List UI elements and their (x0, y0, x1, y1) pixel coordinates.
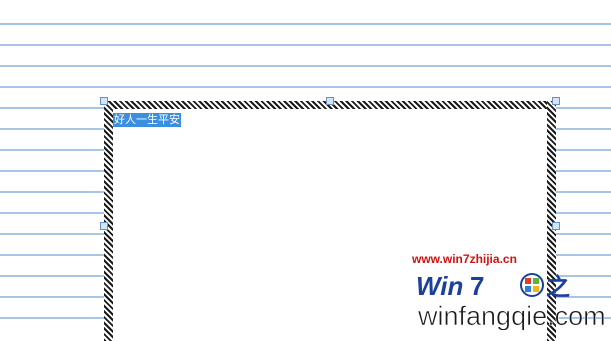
watermark-site-text: winfangqie.com (417, 301, 606, 330)
resize-handle-top-center[interactable] (326, 97, 334, 105)
svg-text:7: 7 (470, 271, 484, 301)
watermark-logo: Win 7 之 winfangqie.com (416, 271, 606, 330)
resize-handle-top-right[interactable] (552, 97, 560, 105)
resize-handle-middle-right[interactable] (552, 222, 560, 230)
resize-handle-middle-left[interactable] (100, 222, 108, 230)
text-box-border-left[interactable] (104, 101, 113, 341)
svg-text:之: 之 (546, 273, 570, 301)
win7-logo-mark: Win 7 之 (416, 271, 570, 301)
selected-text[interactable]: 好人一生平安 (113, 113, 181, 127)
watermark-url: www.win7zhijia.cn (412, 252, 517, 266)
resize-handle-top-left[interactable] (100, 97, 108, 105)
svg-text:Win: Win (416, 271, 463, 301)
